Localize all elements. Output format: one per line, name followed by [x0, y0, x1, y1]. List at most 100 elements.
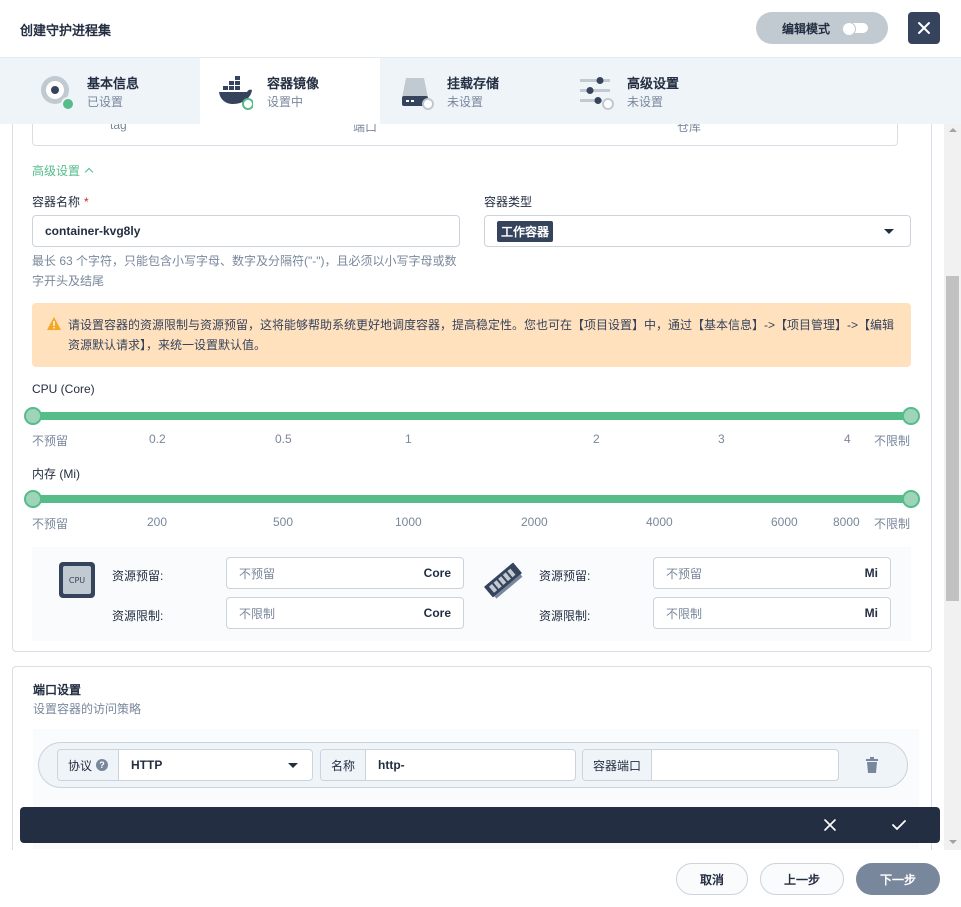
tab-state: 设置中: [267, 95, 304, 109]
scrollbar-thumb[interactable]: [946, 276, 959, 601]
storage-icon: [402, 78, 434, 110]
sliders-icon: [580, 77, 614, 110]
resource-inputs-panel: CPU 资源预留: 资源限制: 不预留 Core 不限制 Core 资源预留: 资源…: [32, 547, 911, 641]
unit-label: Core: [423, 566, 451, 580]
port-row: 协议? HTTP 名称 http- 容器端口: [38, 742, 908, 788]
placeholder-text: 不限制: [666, 606, 703, 621]
memory-slider-track[interactable]: [32, 495, 911, 503]
cpu-slider-min-handle[interactable]: [24, 407, 42, 425]
tab-name: 高级设置: [627, 76, 680, 91]
cpu-slider-ticks: 不预留 0.2 0.5 1 2 3 4 不限制: [0, 432, 944, 448]
tab-name: 容器镜像: [267, 76, 320, 91]
settings-disc-icon: [41, 76, 74, 110]
memory-limit-label: 资源限制:: [539, 609, 591, 623]
help-icon[interactable]: ?: [96, 759, 109, 771]
cpu-slider-track[interactable]: [32, 412, 911, 420]
warning-icon: [47, 317, 61, 330]
step-tabs: 基本信息 已设置 容器镜像 设置中 挂载存储 未设置 高级设置 未设置: [0, 58, 961, 124]
cpu-limit-input[interactable]: 不限制 Core: [226, 597, 464, 629]
memory-slider-ticks: 不预留 200 500 1000 2000 4000 6000 8000 不限制: [0, 515, 944, 531]
svg-text:CPU: CPU: [69, 576, 85, 585]
protocol-value-text: HTTP: [131, 758, 163, 772]
tick-label: 不限制: [874, 434, 911, 448]
container-name-label: 容器名称 *: [32, 193, 89, 210]
unit-label: Core: [423, 606, 451, 620]
trash-icon[interactable]: [865, 757, 879, 773]
tab-basic-info[interactable]: 基本信息 已设置: [0, 58, 180, 124]
check-icon[interactable]: [892, 819, 906, 831]
chevron-up-icon: [84, 167, 94, 177]
cpu-request-label: 资源预留:: [112, 569, 164, 583]
port-name-field[interactable]: 名称 http-: [320, 749, 576, 781]
dialog-footer: 取消 上一步 下一步: [0, 850, 961, 907]
image-tag-label: tag: [110, 124, 127, 132]
port-name-value: http-: [378, 758, 405, 772]
tick-label: 500: [273, 515, 294, 529]
chevron-down-icon: [288, 763, 298, 768]
form-scroll-area[interactable]: tag 端口 仓库 高级设置 容器名称 * container-kvg8ly 最长…: [0, 124, 944, 850]
tick-label: 3: [718, 432, 725, 446]
vertical-scrollbar[interactable]: [944, 124, 961, 850]
tick-label: 4000: [646, 515, 673, 529]
memory-request-label: 资源预留:: [539, 569, 591, 583]
tick-label: 不限制: [874, 517, 911, 531]
cpu-request-input[interactable]: 不预留 Core: [226, 557, 464, 589]
image-summary[interactable]: tag 端口 仓库: [32, 124, 898, 146]
cpu-slider-label: CPU (Core): [32, 382, 95, 396]
resource-warning: 请设置容器的资源限制与资源预留，这将能够帮助系统更好地调度容器，提高稳定性。您也…: [32, 303, 911, 367]
tick-label: 4: [844, 432, 851, 446]
tab-container-image[interactable]: 容器镜像 设置中: [200, 58, 380, 124]
tick-label: 8000: [833, 515, 860, 529]
tick-label: 不预留: [32, 517, 69, 531]
close-button[interactable]: [908, 12, 940, 44]
memory-slider-min-handle[interactable]: [24, 490, 42, 508]
edit-mode-label: 编辑模式: [782, 21, 831, 36]
tick-label: 1: [405, 432, 412, 446]
unit-label: Mi: [864, 606, 878, 620]
unit-label: Mi: [864, 566, 878, 580]
edit-confirm-bar: [20, 807, 940, 843]
memory-request-input[interactable]: 不预留 Mi: [653, 557, 891, 589]
container-name-input[interactable]: container-kvg8ly: [32, 215, 460, 247]
close-icon: [918, 22, 930, 34]
dialog-header: 创建守护进程集 编辑模式: [0, 0, 961, 58]
memory-limit-input[interactable]: 不限制 Mi: [653, 597, 891, 629]
container-name-hint: 最长 63 个字符，只能包含小写字母、数字及分隔符("-")，且必须以小写字母或…: [32, 254, 457, 288]
container-port-field[interactable]: 容器端口: [582, 749, 839, 781]
placeholder-text: 不限制: [239, 606, 276, 621]
toggle-switch-icon: [842, 22, 868, 36]
container-name-value: container-kvg8ly: [45, 224, 141, 238]
tick-label: 2000: [521, 515, 548, 529]
tab-mount-storage[interactable]: 挂载存储 未设置: [380, 58, 560, 124]
scroll-down-arrow-icon[interactable]: [949, 840, 957, 844]
label-text: 容器名称: [32, 195, 81, 209]
dialog-title: 创建守护进程集: [20, 23, 112, 38]
tick-label: 不预留: [32, 434, 69, 448]
image-registry-label: 仓库: [677, 124, 702, 134]
port-settings-subtitle: 设置容器的访问策略: [33, 702, 142, 716]
next-step-button[interactable]: 下一步: [856, 863, 940, 895]
cpu-chip-icon: CPU: [59, 562, 95, 598]
docker-icon: [219, 76, 253, 110]
tab-name: 基本信息: [87, 76, 140, 91]
memory-slider-max-handle[interactable]: [902, 490, 920, 508]
tick-label: 0.2: [149, 432, 166, 446]
advanced-settings-toggle[interactable]: 高级设置: [32, 162, 94, 179]
warning-text: 请设置容器的资源限制与资源预留，这将能够帮助系统更好地调度容器，提高稳定性。您也…: [68, 318, 895, 352]
tab-advanced-settings[interactable]: 高级设置 未设置: [560, 58, 740, 124]
previous-step-button[interactable]: 上一步: [760, 863, 844, 895]
scroll-up-arrow-icon[interactable]: [949, 128, 957, 132]
container-type-select[interactable]: 工作容器: [484, 215, 911, 247]
cancel-button[interactable]: 取消: [676, 863, 748, 895]
memory-slider-label: 内存 (Mi): [32, 467, 80, 481]
cpu-limit-label: 资源限制:: [112, 609, 164, 623]
tick-label: 200: [147, 515, 168, 529]
protocol-label: 协议?: [58, 750, 120, 780]
tab-state: 未设置: [447, 95, 484, 109]
edit-mode-toggle[interactable]: 编辑模式: [756, 12, 888, 44]
tick-label: 0.5: [275, 432, 292, 446]
protocol-select[interactable]: 协议? HTTP: [57, 749, 313, 781]
close-icon[interactable]: [824, 819, 836, 831]
advanced-toggle-label: 高级设置: [32, 164, 81, 178]
cpu-slider-max-handle[interactable]: [902, 407, 920, 425]
